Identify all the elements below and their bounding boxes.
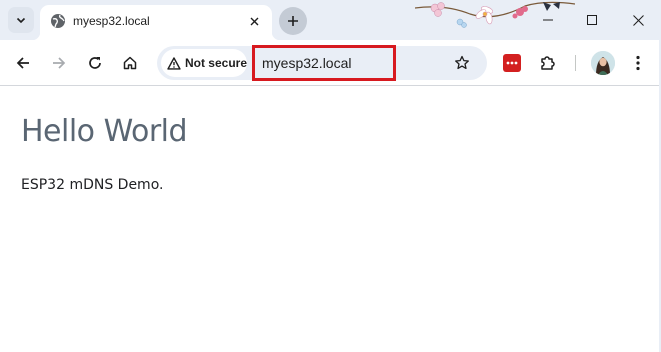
security-indicator[interactable]: Not secure	[161, 49, 247, 77]
dots-icon	[506, 61, 518, 65]
warning-icon	[167, 56, 181, 70]
page-content: Hello World ESP32 mDNS Demo.	[0, 87, 661, 352]
close-icon	[632, 14, 644, 26]
page-text: ESP32 mDNS Demo.	[21, 177, 164, 193]
arrow-right-icon	[53, 57, 66, 69]
page-heading: Hello World	[21, 114, 188, 149]
globe-icon	[51, 14, 65, 28]
home-button[interactable]	[114, 47, 146, 79]
address-bar[interactable]: Not secure myesp32.local	[157, 45, 487, 81]
forward-button[interactable]	[43, 47, 75, 79]
arrow-left-icon	[16, 57, 29, 69]
menu-button[interactable]	[622, 47, 654, 79]
close-icon	[250, 17, 258, 25]
minimize-button[interactable]	[525, 0, 571, 40]
tab-title: myesp32.local	[73, 14, 150, 28]
profile-avatar[interactable]	[591, 51, 615, 75]
close-window-button[interactable]	[615, 0, 661, 40]
lastpass-extension-button[interactable]	[503, 54, 521, 72]
puzzle-icon	[541, 56, 555, 70]
maximize-icon	[587, 15, 597, 25]
star-icon	[455, 55, 469, 70]
reload-icon	[89, 57, 101, 69]
browser-toolbar: Not secure myesp32.local	[0, 40, 661, 86]
url-highlight-box	[252, 45, 396, 81]
chevron-down-icon	[16, 17, 26, 24]
avatar-image	[591, 51, 615, 75]
title-bar: myesp32.local	[0, 0, 661, 40]
tab-close-button[interactable]	[244, 11, 264, 31]
home-icon	[123, 56, 137, 70]
extensions-button[interactable]	[532, 47, 564, 79]
minimize-icon	[543, 19, 553, 21]
new-tab-button[interactable]	[279, 7, 307, 35]
back-button[interactable]	[7, 47, 39, 79]
tab-search-button[interactable]	[8, 7, 34, 33]
tab-active[interactable]: myesp32.local	[32, 5, 280, 40]
maximize-button[interactable]	[569, 0, 615, 40]
toolbar-divider	[575, 55, 576, 71]
more-vertical-icon	[636, 55, 640, 71]
plus-icon	[288, 16, 298, 26]
security-label: Not secure	[184, 56, 247, 70]
reload-button[interactable]	[79, 47, 111, 79]
bookmark-button[interactable]	[447, 48, 477, 78]
